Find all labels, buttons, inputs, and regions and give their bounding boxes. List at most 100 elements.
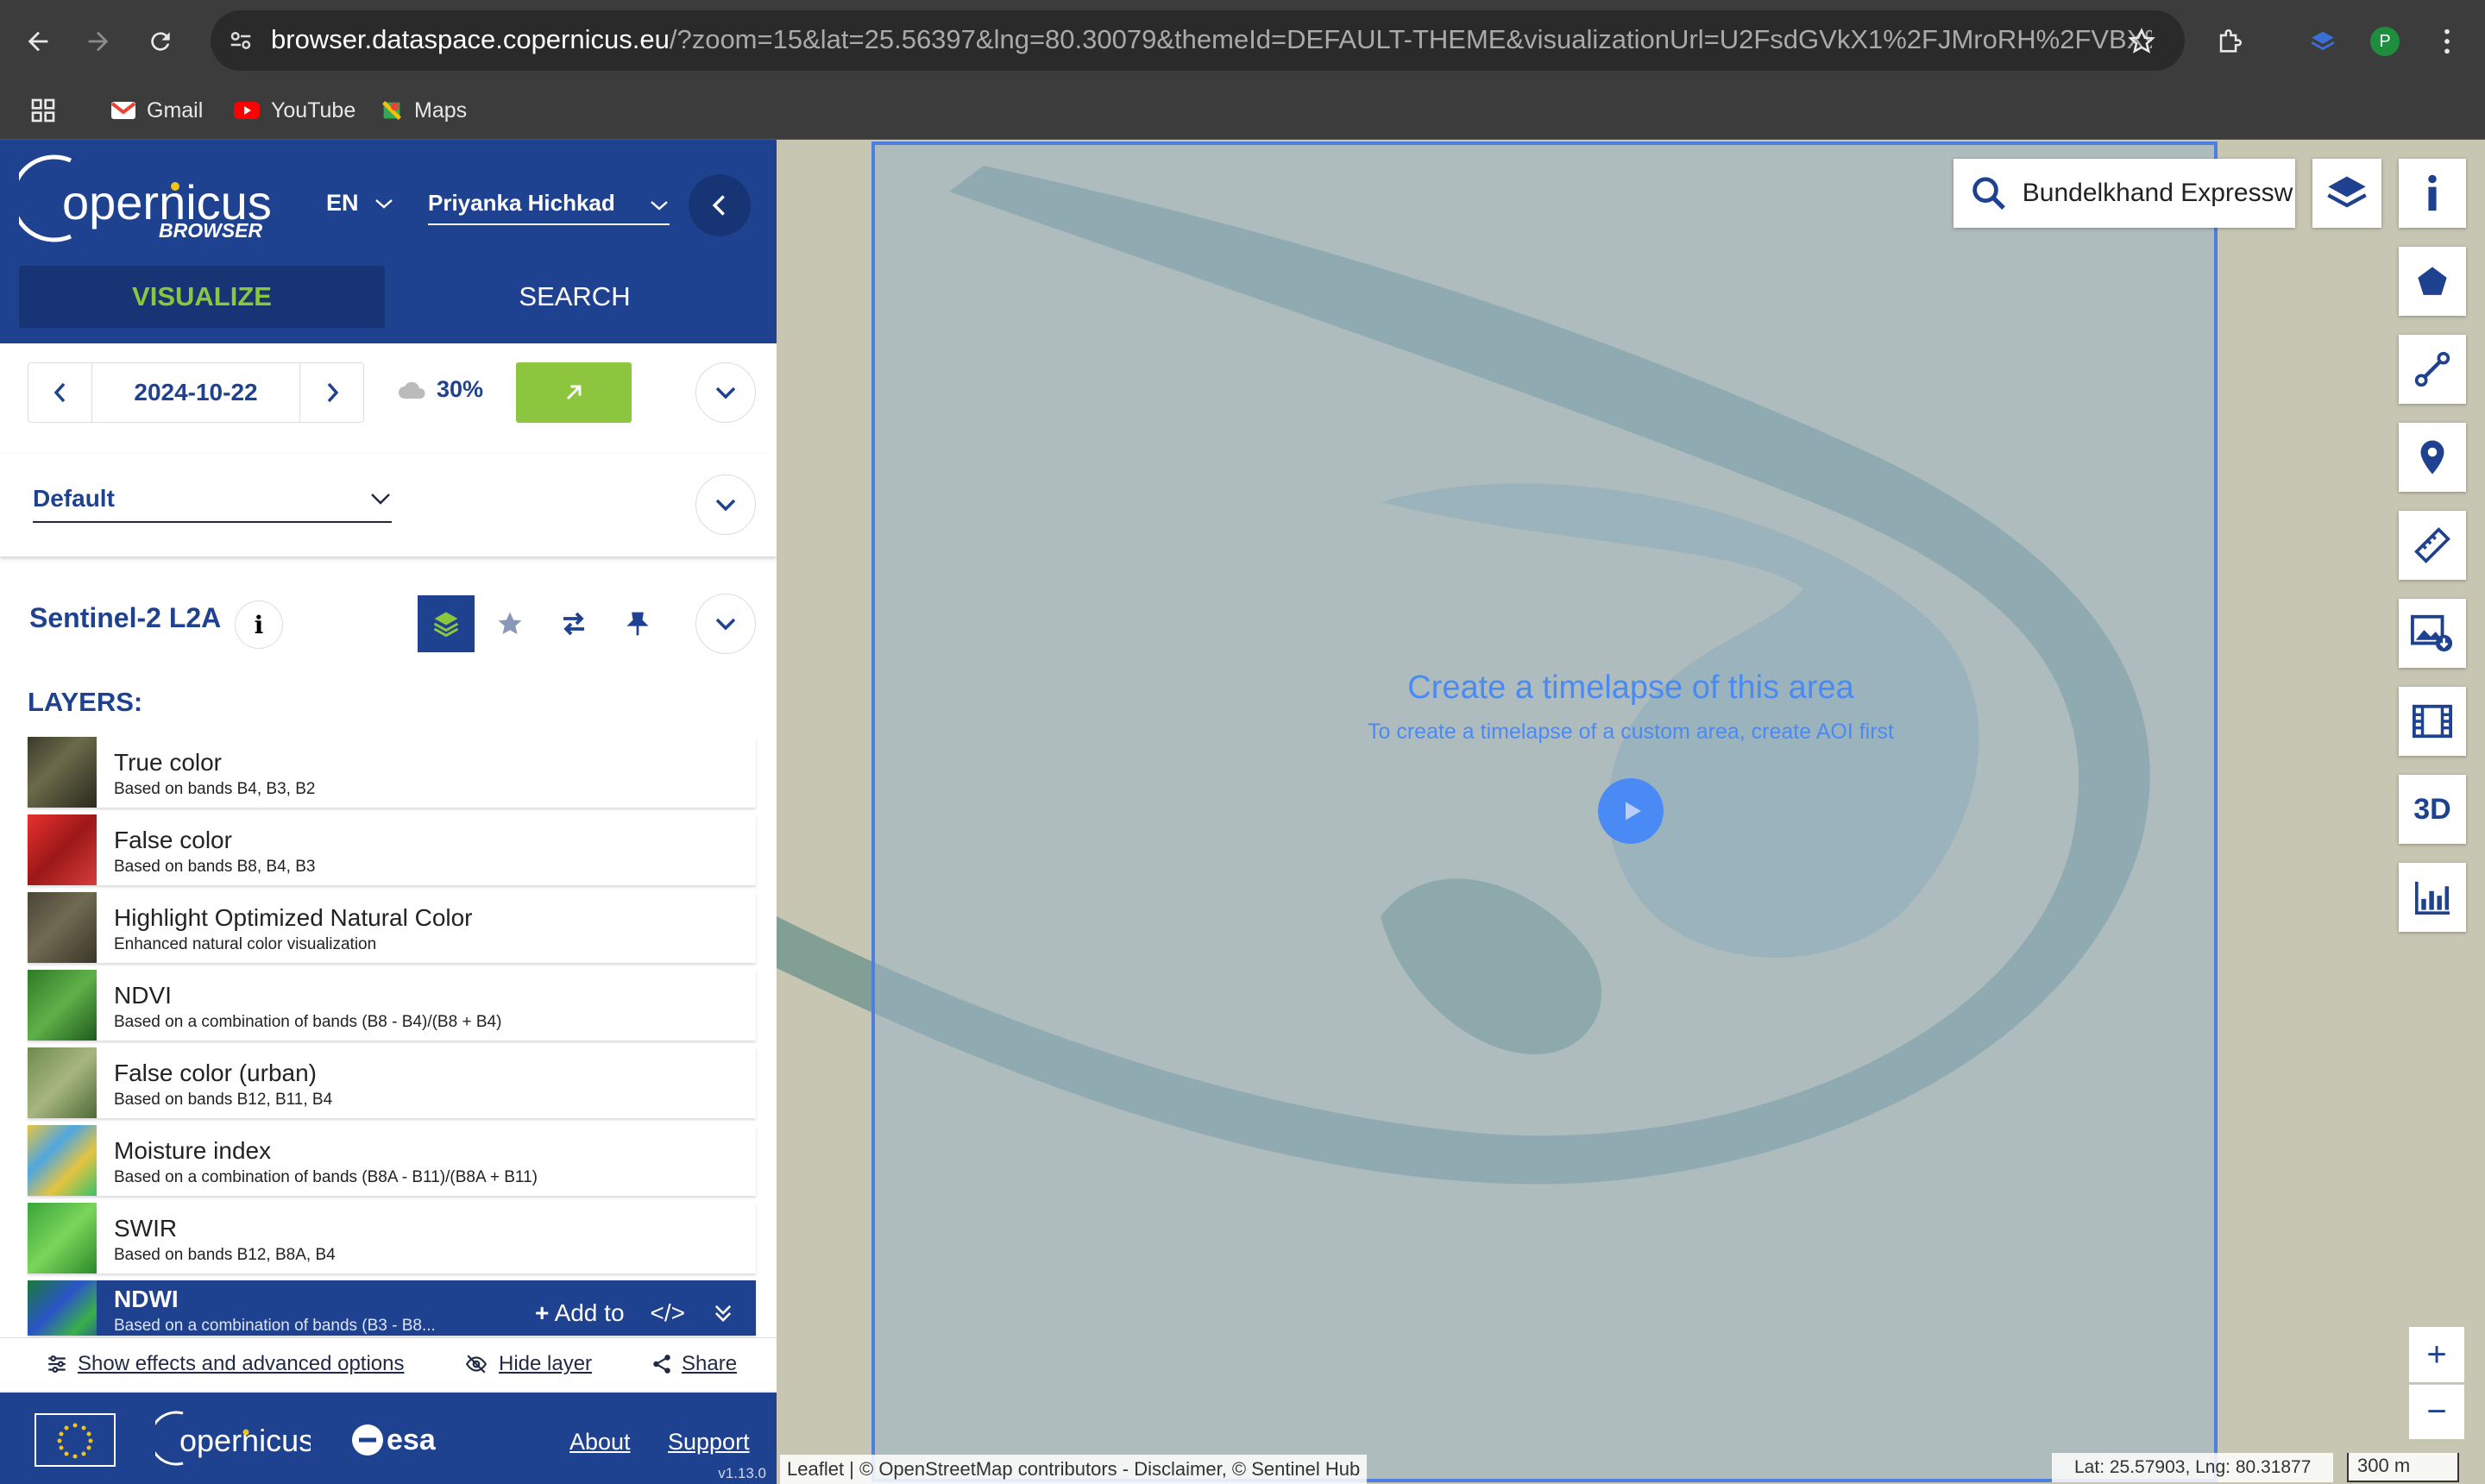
double-chevron-down-icon[interactable] bbox=[711, 1301, 735, 1325]
back-icon[interactable] bbox=[14, 17, 62, 66]
bookmark-label: YouTube bbox=[271, 97, 356, 123]
location-search[interactable]: Bundelkhand Expressw bbox=[1953, 159, 2295, 228]
layer-name: NDVI bbox=[114, 982, 172, 1009]
cursor-coordinates: Lat: 25.57903, Lng: 80.31877 bbox=[2052, 1453, 2334, 1482]
statistics-button[interactable] bbox=[2399, 863, 2466, 932]
user-menu[interactable]: Priyanka Hichkad bbox=[428, 190, 670, 225]
timelapse-title[interactable]: Create a timelapse of this area bbox=[777, 670, 2485, 707]
collapse-sidebar-button[interactable] bbox=[689, 174, 751, 236]
share-label: Share bbox=[682, 1352, 738, 1375]
sidebar-header: opernicus BROWSER EN Priyanka Hichkad VI… bbox=[0, 140, 777, 343]
layer-item[interactable]: True color Based on bands B4, B3, B2 bbox=[28, 737, 756, 808]
zoom-in-button[interactable]: + bbox=[2409, 1327, 2464, 1382]
layer-description: Based on bands B8, B4, B3 bbox=[114, 858, 316, 876]
layer-thumbnail bbox=[28, 970, 97, 1041]
info-icon bbox=[2428, 174, 2437, 211]
zoom-out-button[interactable]: − bbox=[2409, 1384, 2464, 1439]
info-button[interactable] bbox=[2399, 159, 2466, 228]
share-link[interactable]: Share bbox=[651, 1352, 737, 1376]
bookmark-gmail[interactable]: Gmail bbox=[110, 95, 203, 126]
extension-layers-icon[interactable] bbox=[2299, 17, 2347, 66]
previous-date-button[interactable] bbox=[28, 363, 92, 422]
site-info-icon[interactable] bbox=[228, 28, 254, 58]
hide-layer-link[interactable]: Hide layer bbox=[462, 1352, 592, 1376]
collection-info-button[interactable]: i bbox=[235, 601, 283, 649]
3d-view-button[interactable]: 3D bbox=[2399, 775, 2466, 844]
expand-date-button[interactable] bbox=[695, 362, 756, 423]
support-link[interactable]: Support bbox=[668, 1429, 750, 1456]
open-date-button[interactable] bbox=[516, 362, 632, 423]
reload-icon[interactable] bbox=[136, 17, 185, 66]
layer-item[interactable]: Highlight Optimized Natural Color Enhance… bbox=[28, 892, 756, 963]
advanced-options-label: Show effects and advanced options bbox=[78, 1352, 405, 1375]
draw-line-button[interactable] bbox=[2399, 335, 2466, 404]
bookmark-maps[interactable]: Maps bbox=[380, 95, 467, 126]
bookmark-label: Gmail bbox=[147, 97, 204, 123]
sliders-icon bbox=[48, 1355, 66, 1373]
tab-search[interactable]: SEARCH bbox=[392, 266, 758, 328]
layer-item[interactable]: False color (urban) Based on bands B12, B… bbox=[28, 1047, 756, 1118]
date-value[interactable]: 2024-10-22 bbox=[92, 363, 299, 422]
line-icon bbox=[2414, 351, 2450, 387]
layer-item[interactable]: False color Based on bands B8, B4, B3 bbox=[28, 814, 756, 885]
search-icon bbox=[1972, 177, 2005, 211]
expand-theme-button[interactable] bbox=[695, 475, 756, 535]
draw-polygon-button[interactable] bbox=[2399, 247, 2466, 316]
compare-button[interactable] bbox=[545, 595, 602, 652]
layer-thumbnail bbox=[28, 1203, 97, 1273]
favorites-button[interactable] bbox=[481, 595, 538, 652]
add-to-button[interactable]: + Add to bbox=[535, 1299, 625, 1327]
theme-select[interactable]: Default bbox=[33, 485, 392, 523]
layer-name: NDWI bbox=[114, 1286, 179, 1312]
timelapse-subtitle: To create a timelapse of a custom area, … bbox=[1368, 720, 1894, 744]
map-view[interactable]: Create a timelapse of this area To creat… bbox=[777, 140, 2485, 1484]
play-timelapse-button[interactable] bbox=[1598, 778, 1664, 844]
date-picker: 2024-10-22 bbox=[28, 362, 364, 423]
layer-name: Moisture index bbox=[114, 1137, 272, 1164]
layer-item[interactable]: NDVI Based on a combination of bands (B8 … bbox=[28, 970, 756, 1041]
forward-icon[interactable] bbox=[74, 17, 123, 66]
layer-item-selected[interactable]: NDWI Based on a combination of bands (B3 … bbox=[28, 1280, 756, 1336]
address-bar[interactable]: browser.dataspace.copernicus.eu/?zoom=15… bbox=[211, 10, 2185, 71]
chevron-down-icon bbox=[375, 199, 393, 209]
code-button[interactable]: </> bbox=[651, 1299, 685, 1327]
star-icon bbox=[498, 612, 522, 634]
pin-button[interactable] bbox=[609, 595, 666, 652]
bookmark-youtube[interactable]: YouTube bbox=[233, 95, 355, 126]
advanced-options-link[interactable]: Show effects and advanced options bbox=[45, 1352, 405, 1376]
layer-thumbnail bbox=[28, 1047, 97, 1118]
layer-name: False color (urban) bbox=[114, 1060, 317, 1086]
layer-thumbnail bbox=[28, 892, 97, 963]
arrow-up-right-icon bbox=[566, 385, 582, 400]
logo-subtitle: BROWSER bbox=[159, 219, 263, 242]
language-select[interactable]: EN bbox=[326, 190, 394, 217]
chevron-down-icon bbox=[715, 499, 736, 512]
measure-button[interactable] bbox=[2399, 511, 2466, 580]
layer-description: Based on bands B12, B8A, B4 bbox=[114, 1246, 336, 1264]
expand-collection-button[interactable] bbox=[695, 594, 756, 654]
app-version: v1.13.0 bbox=[718, 1465, 766, 1481]
layer-item[interactable]: SWIR Based on bands B12, B8A, B4 bbox=[28, 1203, 756, 1273]
extensions-icon[interactable] bbox=[2205, 17, 2254, 66]
timelapse-button[interactable] bbox=[2399, 687, 2466, 756]
layer-thumbnail bbox=[28, 1125, 97, 1196]
layers-icon bbox=[433, 612, 459, 638]
map-layers-button[interactable] bbox=[2312, 159, 2381, 228]
about-link[interactable]: About bbox=[569, 1429, 631, 1456]
menu-kebab-icon[interactable] bbox=[2423, 17, 2471, 66]
search-input[interactable]: Bundelkhand Expressw bbox=[2023, 179, 2295, 208]
layer-name: True color bbox=[114, 749, 223, 776]
next-date-button[interactable] bbox=[299, 363, 363, 422]
apps-grid-icon[interactable] bbox=[29, 95, 57, 126]
layers-view-button[interactable] bbox=[418, 595, 475, 652]
layer-thumbnail bbox=[28, 814, 97, 885]
tab-visualize[interactable]: VISUALIZE bbox=[19, 266, 385, 328]
layer-item[interactable]: Moisture index Based on a combination of … bbox=[28, 1125, 756, 1196]
map-attribution[interactable]: Leaflet | © OpenStreetMap contributors -… bbox=[780, 1455, 1368, 1484]
profile-avatar[interactable]: P bbox=[2361, 17, 2409, 66]
place-marker-button[interactable] bbox=[2399, 423, 2466, 492]
download-image-button[interactable] bbox=[2399, 599, 2466, 668]
timelapse-area-overlay[interactable] bbox=[871, 141, 2218, 1482]
cloud-coverage[interactable]: 30% bbox=[397, 376, 483, 403]
bookmark-star-icon[interactable] bbox=[2117, 17, 2166, 66]
